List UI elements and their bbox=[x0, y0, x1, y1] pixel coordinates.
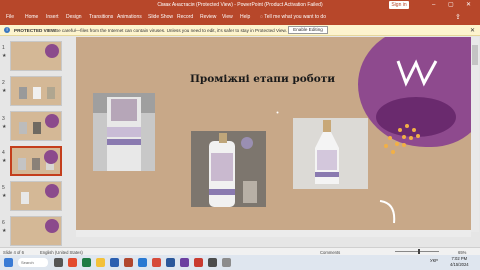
zoom-slider[interactable] bbox=[395, 251, 439, 252]
app-icon[interactable] bbox=[208, 258, 217, 267]
protected-view-bar: i PROTECTED VIEW Be careful—files from t… bbox=[0, 25, 480, 36]
slide-counter: Slide 4 of 6 bbox=[3, 249, 24, 255]
ribbon-tabs: File Home Insert Design Transitions Anim… bbox=[0, 10, 480, 25]
vertical-scrollbar[interactable] bbox=[471, 37, 479, 232]
thumb-number: 5 bbox=[2, 185, 5, 191]
system-clock[interactable]: 7:02 PM 4/15/2024 bbox=[450, 256, 469, 268]
thumb-photo bbox=[47, 87, 55, 99]
teams-icon[interactable] bbox=[180, 258, 189, 267]
zoom-level[interactable]: 65% bbox=[458, 250, 466, 255]
tab-home[interactable]: Home bbox=[25, 14, 38, 20]
thumb-photo bbox=[18, 158, 26, 170]
slide-thumbnail-6[interactable] bbox=[10, 216, 62, 246]
star-icon: ★ bbox=[2, 158, 7, 164]
acrobat-icon[interactable] bbox=[194, 258, 203, 267]
tab-record[interactable]: Record bbox=[177, 14, 193, 20]
windows-start-icon[interactable] bbox=[4, 258, 13, 267]
zoom-slider-knob[interactable] bbox=[418, 249, 420, 254]
slide-thumbnail-1[interactable] bbox=[10, 41, 62, 71]
close-button[interactable]: ✕ bbox=[466, 1, 471, 9]
tell-me-label: Tell me what you want to do bbox=[264, 14, 326, 20]
thumb-decoration bbox=[44, 150, 58, 164]
app-icon[interactable] bbox=[152, 258, 161, 267]
star-icon: ★ bbox=[2, 193, 7, 199]
slide-thumbnail-2[interactable] bbox=[10, 76, 62, 106]
tab-animations[interactable]: Animations bbox=[117, 14, 142, 20]
slide-thumbnails-pane[interactable]: 1 ★ 2 ★ 3 ★ 4 ★ 5 ★ 6 ★ bbox=[0, 36, 70, 247]
photo-bottle-finished bbox=[293, 118, 368, 189]
comments-button[interactable]: Comments bbox=[320, 250, 340, 255]
taskbar-search[interactable]: Search bbox=[18, 258, 48, 267]
thumb-number: 1 bbox=[2, 45, 5, 51]
thumb-decoration bbox=[45, 219, 59, 233]
word-icon[interactable] bbox=[166, 258, 175, 267]
star-icon: ★ bbox=[2, 124, 7, 130]
white-squiggle bbox=[396, 59, 438, 87]
status-bar: Slide 4 of 6 English (United States) Com… bbox=[0, 247, 480, 255]
title-bar: Сімак Анастасія (Protected View) - Power… bbox=[0, 0, 480, 10]
thumb-decoration bbox=[45, 114, 59, 128]
thumb-number: 6 bbox=[2, 220, 5, 226]
app-icon[interactable] bbox=[222, 258, 231, 267]
tab-design[interactable]: Design bbox=[66, 14, 82, 20]
photo-bottle-side bbox=[93, 93, 155, 171]
thumb-number: 4 bbox=[2, 150, 5, 156]
sign-in-button[interactable]: Sign in bbox=[389, 1, 409, 9]
tab-transitions[interactable]: Transitions bbox=[89, 14, 113, 20]
scrollbar-thumb[interactable] bbox=[472, 45, 478, 65]
thumb-decoration bbox=[45, 184, 59, 198]
edge-icon[interactable] bbox=[138, 258, 147, 267]
clock-date: 4/15/2024 bbox=[450, 262, 469, 267]
thumb-decoration bbox=[45, 44, 59, 58]
file-explorer-icon[interactable] bbox=[96, 258, 105, 267]
tab-slide-show[interactable]: Slide Show bbox=[148, 14, 173, 20]
restore-button[interactable]: ▢ bbox=[448, 1, 454, 9]
thumb-number: 3 bbox=[2, 116, 5, 122]
slide-thumbnail-3[interactable] bbox=[10, 111, 62, 141]
thumb-photo bbox=[33, 122, 41, 134]
thumb-photo bbox=[19, 122, 27, 134]
enable-editing-button[interactable]: Enable Editing bbox=[288, 26, 328, 34]
chrome-icon[interactable] bbox=[68, 258, 77, 267]
thumb-number: 2 bbox=[2, 80, 5, 86]
thumb-photo bbox=[21, 192, 29, 204]
star-icon: ★ bbox=[2, 228, 7, 234]
protected-view-message: Be careful—files from the Internet can c… bbox=[55, 28, 287, 33]
tell-me-search[interactable]: ◌ Tell me what you want to do bbox=[260, 14, 326, 20]
language-indicator[interactable]: English (United States) bbox=[40, 250, 83, 255]
powerpoint-icon[interactable] bbox=[124, 258, 133, 267]
tab-review[interactable]: Review bbox=[200, 14, 216, 20]
slide-title: Проміжні етапи роботи bbox=[190, 73, 336, 85]
star-icon: ★ bbox=[2, 88, 7, 94]
share-icon[interactable]: ⇪ bbox=[455, 13, 461, 21]
slide-thumbnail-4[interactable] bbox=[10, 146, 62, 176]
windows-taskbar: Search УКР 7:02 PM 4/15/2024 bbox=[0, 255, 480, 270]
small-dot bbox=[276, 111, 279, 114]
thumb-photo bbox=[33, 87, 41, 99]
tab-insert[interactable]: Insert bbox=[46, 14, 59, 20]
tab-view[interactable]: View bbox=[222, 14, 233, 20]
close-icon[interactable]: ✕ bbox=[470, 27, 475, 34]
photo-bottle-lavender bbox=[191, 131, 266, 207]
tab-file[interactable]: File bbox=[6, 14, 14, 20]
protected-view-label: PROTECTED VIEW bbox=[14, 28, 56, 33]
minimize-button[interactable]: – bbox=[432, 1, 435, 9]
thumb-photo bbox=[32, 158, 40, 170]
slide-thumbnail-5[interactable] bbox=[10, 181, 62, 211]
tab-help[interactable]: Help bbox=[240, 14, 250, 20]
purple-decoration-dark bbox=[376, 97, 456, 137]
thumb-photo bbox=[19, 87, 27, 99]
horizontal-scrollbar[interactable] bbox=[76, 230, 471, 237]
excel-icon[interactable] bbox=[82, 258, 91, 267]
task-view-icon[interactable] bbox=[54, 258, 63, 267]
white-curl bbox=[379, 200, 396, 224]
outlook-icon[interactable] bbox=[110, 258, 119, 267]
shield-icon: i bbox=[4, 27, 10, 33]
keyboard-language[interactable]: УКР bbox=[430, 258, 438, 263]
star-icon: ★ bbox=[2, 53, 7, 59]
